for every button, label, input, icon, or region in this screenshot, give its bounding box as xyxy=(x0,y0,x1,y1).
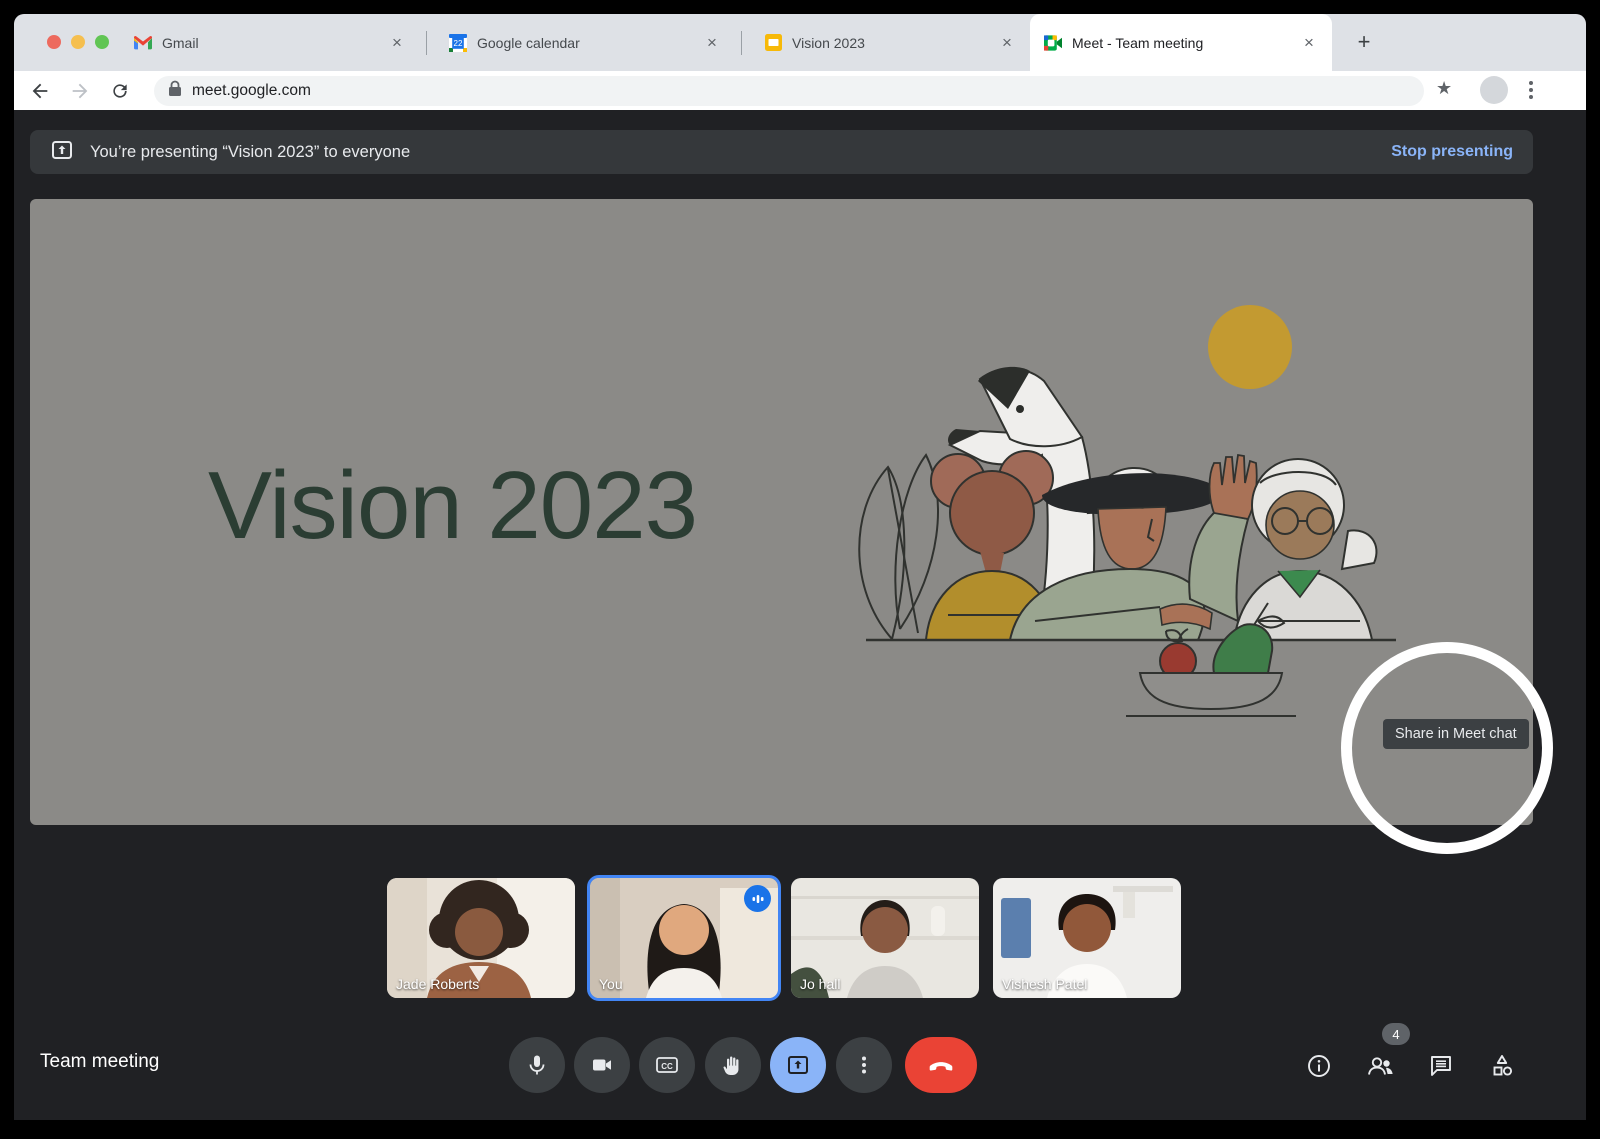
captions-button[interactable]: CC xyxy=(639,1037,695,1093)
tab-strip: Gmail × 22 Google calendar × Vision 2023… xyxy=(14,14,1586,71)
participant-tile-you[interactable]: You xyxy=(587,875,781,1001)
participants-count-badge: 4 xyxy=(1382,1023,1410,1045)
microphone-button[interactable] xyxy=(509,1037,565,1093)
present-now-icon xyxy=(785,1052,811,1078)
right-person-shape xyxy=(1234,459,1376,640)
presenting-message: You’re presenting “Vision 2023” to every… xyxy=(90,143,410,162)
close-tab-icon[interactable]: × xyxy=(703,33,721,53)
browser-toolbar: meet.google.com ★ xyxy=(14,71,1586,110)
close-tab-icon[interactable]: × xyxy=(998,33,1016,53)
captions-icon: CC xyxy=(654,1052,680,1078)
more-options-button[interactable] xyxy=(836,1037,892,1093)
traffic-light-close-icon[interactable] xyxy=(47,35,61,49)
tab-vision-2023[interactable]: Vision 2023 × xyxy=(750,14,1030,71)
people-icon xyxy=(1366,1053,1396,1079)
audio-indicator-icon xyxy=(744,885,771,912)
present-now-button[interactable] xyxy=(770,1037,826,1093)
close-tab-icon[interactable]: × xyxy=(388,33,406,53)
show-everyone-button[interactable] xyxy=(1366,1051,1396,1081)
traffic-light-zoom-icon[interactable] xyxy=(95,35,109,49)
chat-icon xyxy=(1428,1053,1454,1079)
plant-shape xyxy=(859,455,938,639)
share-tooltip: Share in Meet chat xyxy=(1383,719,1529,749)
stop-presenting-button[interactable]: Stop presenting xyxy=(1391,143,1513,161)
tab-label: Vision 2023 xyxy=(792,35,988,51)
browser-window: Gmail × 22 Google calendar × Vision 2023… xyxy=(14,14,1586,1120)
tab-label: Google calendar xyxy=(477,35,693,51)
present-screen-icon xyxy=(50,138,74,167)
end-call-icon xyxy=(927,1051,955,1079)
back-button[interactable] xyxy=(24,75,56,107)
profile-avatar[interactable] xyxy=(1480,76,1508,104)
presented-slide: Vision 2023 xyxy=(30,199,1533,825)
browser-menu-icon[interactable] xyxy=(1522,77,1540,108)
address-bar[interactable]: meet.google.com xyxy=(154,76,1424,106)
close-tab-icon[interactable]: × xyxy=(1300,33,1318,53)
participant-name: Jo hall xyxy=(800,976,840,992)
activities-icon xyxy=(1488,1052,1516,1080)
participant-tile[interactable]: Jo hall xyxy=(791,878,979,998)
participant-name: Vishesh Patel xyxy=(1002,976,1087,992)
tab-label: Meet - Team meeting xyxy=(1072,35,1290,51)
lock-icon xyxy=(168,80,182,102)
presenting-banner: You’re presenting “Vision 2023” to every… xyxy=(30,130,1533,174)
calendar-icon: 22 xyxy=(449,34,467,52)
activities-button[interactable] xyxy=(1487,1051,1517,1081)
gmail-icon xyxy=(134,34,152,52)
new-tab-button[interactable]: + xyxy=(1349,28,1379,58)
participant-tile[interactable]: Vishesh Patel xyxy=(993,878,1181,998)
slide-title: Vision 2023 xyxy=(208,451,697,561)
traffic-light-minimize-icon[interactable] xyxy=(71,35,85,49)
meeting-name: Team meeting xyxy=(40,1051,159,1073)
tab-separator xyxy=(741,31,742,55)
calendar-day-number: 22 xyxy=(454,39,463,48)
tab-google-calendar[interactable]: 22 Google calendar × xyxy=(435,14,735,71)
forward-button[interactable] xyxy=(64,75,96,107)
slides-icon xyxy=(764,34,782,52)
info-icon xyxy=(1306,1053,1332,1079)
slide-illustration xyxy=(830,269,1430,729)
participant-name: Jade Roberts xyxy=(396,976,479,992)
participant-tile[interactable]: Jade Roberts xyxy=(387,878,575,998)
svg-text:CC: CC xyxy=(661,1062,673,1071)
raise-hand-icon xyxy=(721,1053,745,1077)
participant-name: You xyxy=(599,976,623,992)
tab-separator xyxy=(426,31,427,55)
raise-hand-button[interactable] xyxy=(705,1037,761,1093)
more-options-icon xyxy=(852,1053,876,1077)
microphone-icon xyxy=(525,1053,549,1077)
chat-button[interactable] xyxy=(1426,1051,1456,1081)
bookmark-star-icon[interactable]: ★ xyxy=(1436,78,1452,99)
tab-gmail[interactable]: Gmail × xyxy=(120,14,420,71)
end-call-button[interactable] xyxy=(905,1037,977,1093)
waving-hand-shape xyxy=(1210,455,1257,519)
reload-button[interactable] xyxy=(104,75,136,107)
sun-shape xyxy=(1208,305,1292,389)
tab-meet-active[interactable]: Meet - Team meeting × xyxy=(1030,14,1332,71)
meet-main-area: You’re presenting “Vision 2023” to every… xyxy=(14,110,1586,1120)
camera-button[interactable] xyxy=(574,1037,630,1093)
meet-icon xyxy=(1044,34,1062,52)
meeting-details-button[interactable] xyxy=(1304,1051,1334,1081)
url-text: meet.google.com xyxy=(192,82,311,100)
tab-label: Gmail xyxy=(162,35,378,51)
camera-icon xyxy=(590,1053,614,1077)
